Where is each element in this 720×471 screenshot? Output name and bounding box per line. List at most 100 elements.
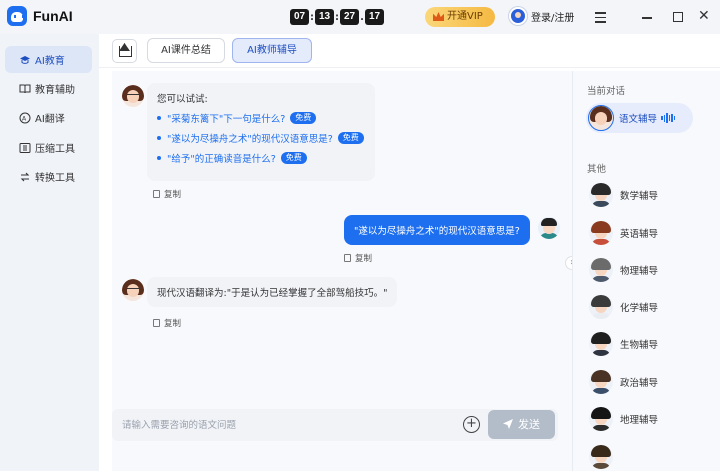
copy-label: 复制 (164, 319, 182, 329)
copy-label: 复制 (164, 190, 182, 200)
tutor-label: 化学辅导 (620, 303, 659, 314)
user-avatar-icon (509, 7, 527, 25)
copy-label: 复制 (355, 254, 373, 264)
login-label: 登录/注册 (531, 12, 575, 24)
menu-icon[interactable] (593, 9, 609, 25)
convert-icon (19, 171, 31, 183)
audio-wave-icon (661, 113, 676, 123)
tutor-item-english[interactable]: 英语辅导 (589, 221, 658, 245)
sidebar-item-label: 教育辅助 (35, 85, 75, 96)
tutor-label: 政治辅导 (620, 378, 659, 389)
other-heading: 其他 (587, 164, 607, 175)
question-input[interactable] (122, 417, 422, 433)
bot-reply-bubble: 现代汉语翻译为:"于是认为已经掌握了全部驾船技巧。" (147, 277, 398, 307)
compress-icon (19, 142, 31, 154)
suggestion-item[interactable]: "采菊东篱下"下一句是什么? 免费 (157, 111, 317, 125)
physics-tutor-avatar (589, 258, 613, 282)
math-tutor-avatar (589, 183, 613, 207)
copy-icon (153, 190, 160, 198)
timer-minutes: 13 (315, 9, 334, 25)
sidebar-item-ai-translate[interactable]: A AI翻译 (5, 104, 92, 131)
maximize-icon[interactable] (670, 9, 686, 25)
tutor-item-biology[interactable]: 生物辅导 (589, 332, 658, 356)
sidebar-item-label: 转换工具 (35, 173, 75, 184)
copy-icon (153, 319, 160, 327)
sidebar-item-compress-tool[interactable]: 压缩工具 (5, 134, 92, 161)
current-conversation-label: 语文辅导 (619, 114, 658, 125)
app-name: FunAI (33, 8, 73, 24)
politics-tutor-avatar (589, 370, 613, 394)
copy-button[interactable]: 复制 (344, 252, 372, 264)
tutor-label: 数学辅导 (620, 191, 659, 202)
tab-teacher-tutoring[interactable]: AI教师辅导 (232, 38, 312, 63)
home-icon[interactable] (112, 39, 137, 63)
suggestion-text: "遂以为尽操舟之术"的现代汉语意思是? (167, 134, 333, 145)
tutor-item-geography[interactable]: 地理辅导 (589, 407, 658, 431)
vip-label: 开通VIP (447, 11, 483, 22)
current-conversation-heading: 当前对话 (587, 86, 626, 97)
copy-button[interactable]: 复制 (153, 188, 181, 200)
timer-seconds: 27 (340, 9, 359, 25)
timer-centiseconds: 17 (365, 9, 384, 25)
main-panel: AI课件总结 AI教师辅导 您可以试试: "采菊东篱下"下一句是什么? 免费 "遂… (99, 34, 720, 471)
send-label: 发送 (518, 418, 540, 431)
tutor-item-physics[interactable]: 物理辅导 (589, 258, 658, 282)
sidebar: AI教育 教育辅助 A AI翻译 压缩工具 转换工具 (0, 34, 99, 471)
suggestion-text: "采菊东篱下"下一句是什么? (167, 114, 286, 125)
tutor-item-politics[interactable]: 政治辅导 (589, 370, 658, 394)
close-icon[interactable]: ✕ (698, 9, 714, 25)
book-icon (19, 83, 31, 95)
send-plane-icon (503, 419, 513, 429)
user-message-bubble: "遂以为尽操舟之术"的现代汉语意思是? (344, 215, 530, 245)
free-badge: 免费 (280, 152, 307, 164)
geography-tutor-avatar (589, 407, 613, 431)
input-bar: + 发送 (112, 409, 558, 441)
tutor-avatar (589, 445, 613, 469)
sidebar-item-ai-education[interactable]: AI教育 (5, 46, 92, 73)
copy-button[interactable]: 复制 (153, 317, 181, 329)
copy-icon (344, 254, 351, 262)
free-badge: 免费 (337, 132, 364, 144)
suggestion-item[interactable]: "给予"的正确读音是什么? 免费 (157, 151, 307, 165)
graduation-cap-icon (19, 54, 31, 66)
user-avatar (538, 217, 560, 239)
svg-text:A: A (22, 115, 27, 122)
tutor-label: 英语辅导 (620, 229, 659, 240)
countdown-timer: 07 : 13 : 27 . 17 (290, 9, 384, 25)
tutor-label: 物理辅导 (620, 266, 659, 277)
funai-logo-icon (7, 6, 27, 26)
chinese-tutor-avatar (588, 105, 614, 131)
tutor-label: 地理辅导 (620, 415, 659, 426)
minimize-icon[interactable] (640, 9, 656, 25)
tutor-item-math[interactable]: 数学辅导 (589, 183, 658, 207)
teacher-avatar (122, 279, 144, 301)
sidebar-item-label: AI教育 (35, 56, 65, 67)
current-conversation-item[interactable]: 语文辅导 (586, 103, 693, 133)
tab-courseware-summary[interactable]: AI课件总结 (147, 38, 225, 63)
vip-button[interactable]: 开通VIP (425, 7, 495, 27)
tutor-label: 生物辅导 (620, 340, 659, 351)
suggestion-item[interactable]: "遂以为尽操舟之术"的现代汉语意思是? 免费 (157, 131, 364, 145)
sidebar-item-education-assist[interactable]: 教育辅助 (5, 75, 92, 102)
tutor-item-chemistry[interactable]: 化学辅导 (589, 295, 658, 319)
suggestion-intro: 您可以试试: (157, 94, 208, 105)
free-badge: 免费 (290, 112, 317, 124)
sidebar-item-label: 压缩工具 (35, 144, 75, 155)
send-button[interactable]: 发送 (488, 410, 555, 439)
crown-icon (433, 12, 444, 21)
sidebar-item-convert-tool[interactable]: 转换工具 (5, 163, 92, 190)
translate-icon: A (19, 112, 31, 124)
chemistry-tutor-avatar (589, 295, 613, 319)
add-attachment-icon[interactable]: + (463, 416, 480, 433)
english-tutor-avatar (589, 221, 613, 245)
suggestion-bubble: 您可以试试: "采菊东篱下"下一句是什么? 免费 "遂以为尽操舟之术"的现代汉语意… (147, 83, 375, 181)
login-button[interactable]: 登录/注册 (509, 7, 574, 25)
suggestion-text: "给予"的正确读音是什么? (167, 154, 276, 165)
timer-hours: 07 (290, 9, 309, 25)
sidebar-item-label: AI翻译 (35, 114, 65, 125)
teacher-avatar (122, 85, 144, 107)
conversation-panel: 当前对话 语文辅导 其他 数学辅导 英语辅导 物理辅导 化学辅导 生物辅导 政治… (572, 71, 720, 471)
biology-tutor-avatar (589, 332, 613, 356)
tab-bar: AI课件总结 AI教师辅导 (99, 34, 720, 68)
tutor-item-partial[interactable] (589, 445, 620, 469)
